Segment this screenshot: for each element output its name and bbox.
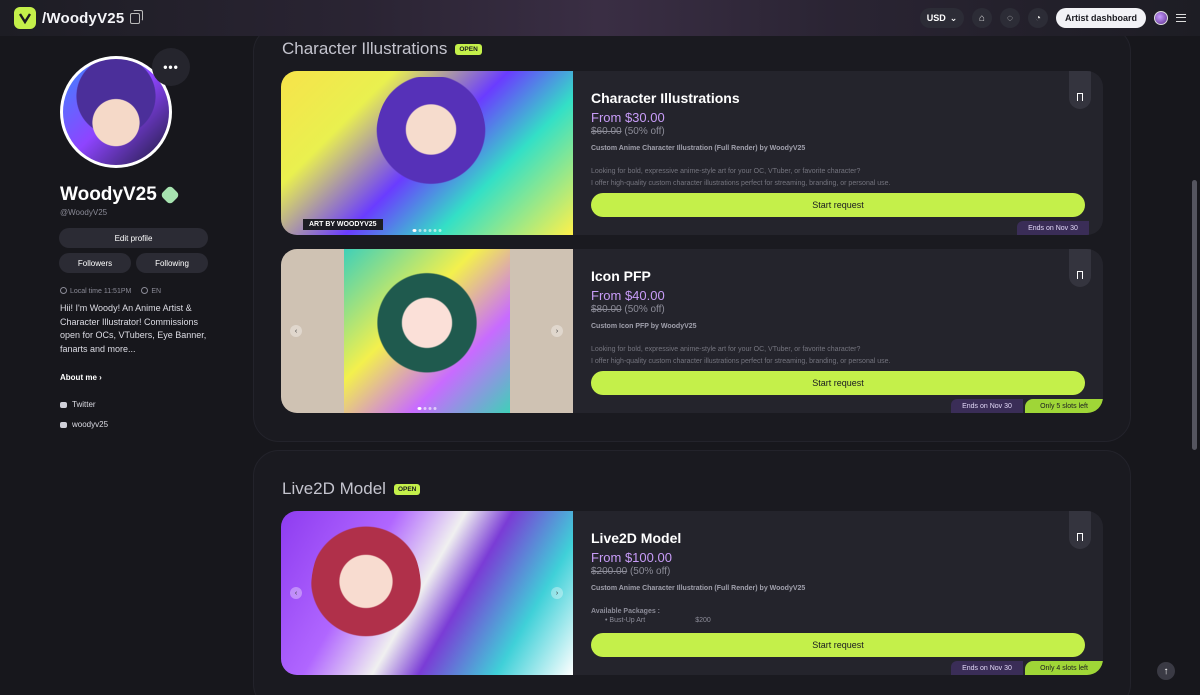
listing-description: Looking for bold, expressive anime-style… xyxy=(591,166,1071,190)
bookmark-icon[interactable] xyxy=(1069,511,1091,549)
bookmark-icon[interactable] xyxy=(1069,249,1091,287)
user-avatar[interactable] xyxy=(1154,11,1168,25)
start-request-button[interactable]: Start request xyxy=(591,371,1085,395)
chevron-down-icon: ⌄ xyxy=(949,12,958,23)
following-button[interactable]: Following xyxy=(136,253,208,273)
description-line: I offer high-quality custom character il… xyxy=(591,180,891,187)
verified-icon xyxy=(159,185,180,205)
messages-icon[interactable]: ◌ xyxy=(999,8,1020,28)
listing-subtitle: Custom Icon PFP by WoodyV25 xyxy=(591,323,697,330)
listing-price: From $30.00 xyxy=(591,110,665,125)
profile-bio: Hii! I'm Woody! An Anime Artist & Charac… xyxy=(60,303,207,354)
listing-subtitle: Custom Anime Character Illustration (Ful… xyxy=(591,145,806,152)
profile-name: WoodyV25 xyxy=(60,184,157,205)
local-time: Local time 11:51PM xyxy=(60,287,131,295)
carousel-prev-button[interactable]: ‹ xyxy=(290,325,302,337)
package-price: $200 xyxy=(695,617,711,624)
listing-original-price: $200.00 (50% off) xyxy=(591,566,670,577)
scrollbar[interactable] xyxy=(1192,180,1197,450)
edit-profile-button[interactable]: Edit profile xyxy=(59,228,208,248)
discord-icon xyxy=(60,421,67,428)
open-badge: OPEN xyxy=(393,483,421,495)
currency-selector[interactable]: USD ⌄ xyxy=(919,8,964,28)
original-price: $80.00 xyxy=(591,304,622,315)
about-me-label: About me xyxy=(60,373,97,382)
open-badge: OPEN xyxy=(455,43,482,55)
listing-image[interactable]: ART BY WOODYV25 xyxy=(281,71,573,235)
local-time-label: Local time 11:51PM xyxy=(70,288,132,295)
discount-label: (50% off) xyxy=(624,304,665,315)
listing-title: Character Illustrations xyxy=(591,90,740,106)
currency-label: USD xyxy=(926,13,946,23)
copy-icon[interactable] xyxy=(130,9,144,24)
slots-tag: Only 4 slots left xyxy=(1025,661,1103,675)
twitter-link[interactable]: Twitter xyxy=(60,400,96,409)
about-me-link[interactable]: About me › xyxy=(60,373,102,382)
section-title: Character Illustrations xyxy=(282,39,448,58)
carousel-next-button[interactable]: › xyxy=(551,587,563,599)
artist-dashboard-button[interactable]: Artist dashboard xyxy=(1055,8,1146,28)
description-line: Looking for bold, expressive anime-style… xyxy=(591,346,861,353)
carousel-dots[interactable] xyxy=(412,229,442,232)
discount-label: (50% off) xyxy=(629,566,671,577)
carousel-next-button[interactable]: › xyxy=(551,325,563,337)
listing-title: Icon PFP xyxy=(591,268,651,284)
listing-price: From $40.00 xyxy=(591,288,665,303)
image-caption: ART BY WOODYV25 xyxy=(303,219,383,230)
bookmark-icon[interactable] xyxy=(1069,71,1091,109)
globe-icon xyxy=(141,287,149,294)
top-bar: /WoodyV25 USD ⌄ ⌂ ◌ ◔ Artist dashboard xyxy=(0,0,1200,36)
ends-tag: Ends on Nov 30 xyxy=(951,399,1023,413)
listing-card[interactable]: ART BY WOODYV25 Character Illustrations … xyxy=(281,71,1103,235)
listing-subtitle: Custom Anime Character Illustration (Ful… xyxy=(591,585,806,592)
carousel-dots[interactable] xyxy=(417,407,437,410)
section-title: Live2D Model xyxy=(282,479,386,498)
description-line: I offer high-quality custom character il… xyxy=(591,358,891,365)
language: EN xyxy=(141,287,161,295)
ends-tag: Ends on Nov 30 xyxy=(1017,221,1089,235)
listing-price: From $100.00 xyxy=(591,550,672,565)
package-name: • Bust-Up Art xyxy=(605,617,646,624)
profile-handle: /WoodyV25 xyxy=(42,9,125,27)
discount-label: (50% off) xyxy=(624,126,665,137)
original-price: $200.00 xyxy=(591,566,628,577)
package-name-label: Bust-Up Art xyxy=(609,617,646,624)
language-label: EN xyxy=(151,288,162,295)
description-line: Looking for bold, expressive anime-style… xyxy=(591,168,861,175)
bell-icon[interactable]: ◔ xyxy=(1027,8,1048,28)
listing-original-price: $60.00 (50% off) xyxy=(591,126,665,137)
twitter-icon xyxy=(60,401,67,408)
carousel-prev-button[interactable]: ‹ xyxy=(290,587,302,599)
menu-icon[interactable] xyxy=(1176,14,1186,22)
original-price: $60.00 xyxy=(591,126,622,137)
listing-title: Live2D Model xyxy=(591,530,682,546)
package-row: • Bust-Up Art $200 xyxy=(605,617,711,624)
listing-image[interactable]: ‹ › xyxy=(281,511,573,675)
start-request-button[interactable]: Start request xyxy=(591,193,1085,217)
slots-tag: Only 5 slots left xyxy=(1025,399,1103,413)
logo-icon[interactable] xyxy=(14,7,36,29)
profile-username: @WoodyV25 xyxy=(60,208,108,217)
listing-description: Looking for bold, expressive anime-style… xyxy=(591,344,1071,368)
ends-tag: Ends on Nov 30 xyxy=(951,661,1023,675)
listing-original-price: $80.00 (50% off) xyxy=(591,304,665,315)
discord-label: woodyv25 xyxy=(72,420,109,429)
listing-card[interactable]: ‹ › Live2D Model From $100.00 $200.00 (5… xyxy=(281,511,1103,675)
scroll-to-top-button[interactable]: ↑ xyxy=(1157,662,1175,680)
more-options-button[interactable]: ••• xyxy=(152,48,190,86)
listing-image[interactable]: ‹ › xyxy=(281,249,573,413)
twitter-label: Twitter xyxy=(72,400,96,409)
followers-button[interactable]: Followers xyxy=(59,253,131,273)
cart-icon[interactable]: ⌂ xyxy=(971,8,992,28)
listing-card[interactable]: ‹ › Icon PFP From $40.00 $80.00 (50% off… xyxy=(281,249,1103,413)
location-icon xyxy=(60,287,67,294)
discord-link[interactable]: woodyv25 xyxy=(60,420,108,429)
start-request-button[interactable]: Start request xyxy=(591,633,1085,657)
